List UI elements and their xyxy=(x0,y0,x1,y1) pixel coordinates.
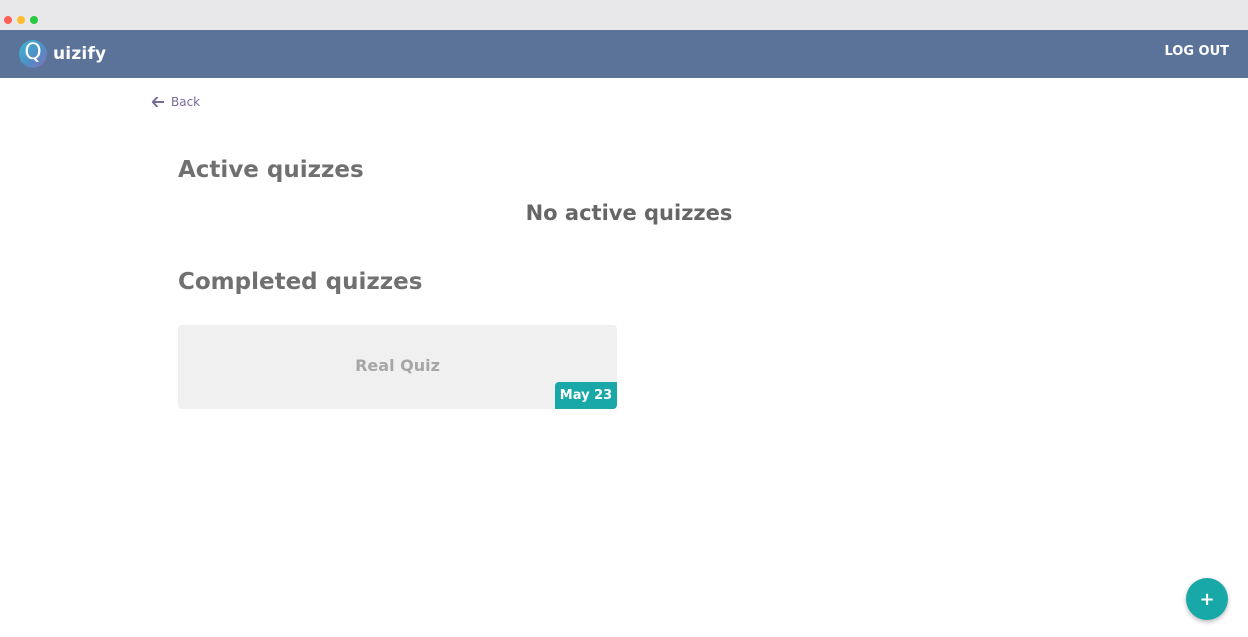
quiz-card[interactable]: Real Quiz May 23 xyxy=(178,325,617,409)
back-link[interactable]: Back xyxy=(152,95,200,109)
add-quiz-button[interactable]: + xyxy=(1186,578,1228,620)
logout-button[interactable]: LOG OUT xyxy=(1164,44,1229,59)
window-minimize-button[interactable] xyxy=(17,16,25,24)
brand-logo[interactable]: Q uizify xyxy=(19,38,106,70)
back-label: Back xyxy=(171,95,201,109)
quiz-title: Real Quiz xyxy=(355,356,440,375)
plus-icon: + xyxy=(1199,588,1215,610)
active-quizzes-heading: Active quizzes xyxy=(178,157,364,183)
window-close-button[interactable] xyxy=(4,16,12,24)
brand-name: uizify xyxy=(53,44,107,64)
quizify-logo-icon: Q xyxy=(19,40,47,68)
brand-letter: Q xyxy=(24,40,42,65)
no-active-quizzes-message: No active quizzes xyxy=(525,201,733,225)
quiz-date-badge: May 23 xyxy=(555,382,617,409)
arrow-left-icon xyxy=(152,97,164,107)
window-maximize-button[interactable] xyxy=(30,16,38,24)
top-navbar: Q uizify LOG OUT xyxy=(0,30,1248,78)
completed-quizzes-heading: Completed quizzes xyxy=(178,269,423,295)
window-titlebar xyxy=(0,0,1248,30)
